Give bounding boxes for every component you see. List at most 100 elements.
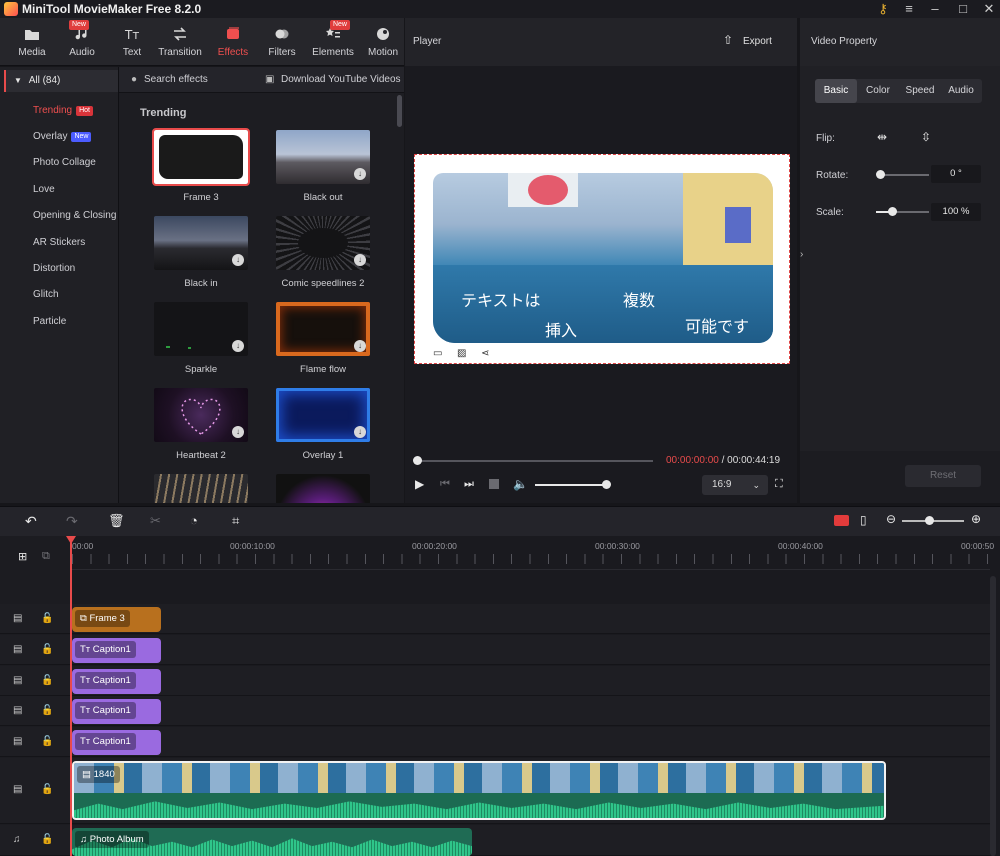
download-youtube-link[interactable]: Download YouTube Videos — [281, 74, 401, 85]
download-icon[interactable]: ↓ — [232, 340, 244, 352]
snap-icon[interactable] — [834, 515, 849, 526]
category-ar-stickers[interactable]: AR Stickers — [33, 237, 85, 248]
flip-vertical-icon[interactable]: ⇳ — [921, 130, 931, 144]
caption-clip[interactable]: Tт Caption1 — [72, 699, 161, 724]
caption-clip[interactable]: Tт Caption1 — [72, 638, 161, 663]
camera-icon[interactable]: ▭ — [433, 348, 442, 359]
timeline-scrollbar[interactable] — [990, 576, 996, 856]
lock-icon[interactable]: 🔓 — [41, 834, 53, 845]
minimize-button[interactable]: – — [922, 0, 948, 18]
rotate-handle[interactable] — [876, 170, 885, 179]
progress-track[interactable] — [417, 460, 653, 462]
rotate-input[interactable]: 0 ° — [931, 165, 981, 183]
category-love[interactable]: Love — [33, 184, 55, 195]
effect-thumb-partial[interactable] — [276, 474, 370, 503]
download-icon[interactable]: ↓ — [354, 168, 366, 180]
tab-audio-property[interactable]: Audio — [940, 79, 982, 103]
zoom-handle[interactable] — [925, 516, 934, 525]
effect-thumb-black-in[interactable]: ↓ — [154, 216, 248, 270]
speed-icon[interactable]: ◔ — [190, 513, 198, 528]
volume-handle[interactable] — [602, 480, 611, 489]
scale-slider[interactable] — [892, 211, 929, 213]
add-track-icon[interactable]: ⊞ — [18, 550, 27, 563]
download-icon[interactable]: ↓ — [232, 254, 244, 266]
play-button[interactable]: ▶ — [415, 477, 424, 491]
frame-clip[interactable]: ⧉ Frame 3 — [72, 607, 161, 632]
download-icon[interactable]: ↓ — [354, 340, 366, 352]
lock-icon[interactable]: 🔓 — [41, 675, 53, 686]
category-particle[interactable]: Particle — [33, 316, 66, 327]
caption-clip[interactable]: Tт Caption1 — [72, 669, 161, 694]
export-button[interactable]: Export — [743, 36, 772, 47]
collapse-arrow[interactable]: › — [800, 249, 806, 265]
tab-text[interactable]: Tт Text — [107, 18, 157, 66]
zoom-in-icon[interactable]: ⊕ — [971, 512, 981, 526]
tab-basic[interactable]: Basic — [815, 79, 857, 103]
lock-icon[interactable]: 🔓 — [41, 613, 53, 624]
scale-input[interactable]: 100 % — [931, 203, 981, 221]
tab-transition[interactable]: Transition — [155, 18, 205, 66]
effect-thumb-overlay-1[interactable]: ↓ — [276, 388, 370, 442]
lock-icon[interactable]: 🔓 — [41, 784, 53, 795]
category-opening-closing[interactable]: Opening & Closing — [33, 210, 116, 221]
effects-scrollbar[interactable] — [397, 95, 402, 127]
search-effects-input[interactable]: Search effects — [144, 74, 208, 85]
category-trending[interactable]: Trending Hot — [33, 105, 94, 116]
maximize-button[interactable]: □ — [950, 0, 976, 18]
next-frame-button[interactable]: ⏭ — [464, 478, 474, 491]
tab-motion[interactable]: Motion — [358, 18, 408, 66]
video-preview[interactable]: テキストは 挿入 複数 可能です ▭ ▨ ⋖ — [414, 154, 790, 364]
share-icon[interactable]: ⋖ — [481, 348, 489, 359]
category-distortion[interactable]: Distortion — [33, 263, 75, 274]
reset-button[interactable]: Reset — [905, 465, 981, 487]
split-icon[interactable]: ✂ — [150, 513, 161, 529]
tab-effects[interactable]: Effects — [208, 18, 258, 66]
caption-clip[interactable]: Tт Caption1 — [72, 730, 161, 755]
stop-button[interactable] — [489, 479, 499, 489]
delete-icon[interactable]: 🗑 — [108, 513, 125, 529]
image-icon[interactable]: ▨ — [457, 348, 466, 359]
undo-icon[interactable]: ↶ — [25, 513, 37, 530]
zoom-out-icon[interactable]: ⊖ — [886, 512, 896, 526]
category-all[interactable]: ▼ All (84) — [4, 70, 118, 92]
category-photo-collage[interactable]: Photo Collage — [33, 157, 96, 168]
audio-clip[interactable]: ♫ Photo Album — [72, 828, 472, 856]
volume-slider[interactable] — [535, 484, 607, 486]
effect-thumb-comic-speedlines-2[interactable]: ↓ — [276, 216, 370, 270]
crop-icon[interactable]: ⌗ — [232, 513, 239, 529]
copy-track-icon[interactable]: ⧉ — [42, 550, 50, 563]
category-overlay[interactable]: Overlay New — [33, 131, 92, 142]
lock-icon[interactable]: 🔓 — [41, 705, 53, 716]
tab-speed[interactable]: Speed — [899, 79, 941, 103]
scale-handle[interactable] — [888, 207, 897, 216]
flip-horizontal-icon[interactable]: ⇹ — [877, 130, 887, 144]
download-icon[interactable]: ↓ — [354, 426, 366, 438]
lock-icon[interactable]: 🔓 — [41, 644, 53, 655]
redo-icon[interactable]: ↷ — [66, 513, 78, 530]
volume-icon[interactable]: 🔈 — [513, 477, 528, 491]
download-icon[interactable]: ↓ — [232, 426, 244, 438]
close-button[interactable]: ✕ — [976, 0, 1000, 18]
playhead[interactable] — [70, 536, 72, 856]
lock-icon[interactable]: 🔓 — [41, 736, 53, 747]
progress-handle[interactable] — [413, 456, 422, 465]
effect-thumb-sparkle[interactable]: ↓ — [154, 302, 248, 356]
key-icon[interactable]: ⚷ — [870, 0, 896, 18]
time-ruler[interactable]: 00:00 00:00:10:00 00:00:20:00 00:00:30:0… — [72, 536, 994, 570]
tab-elements[interactable]: New Elements — [308, 18, 358, 66]
menu-icon[interactable]: ≡ — [896, 0, 922, 18]
effect-thumb-partial[interactable] — [154, 474, 248, 503]
aspect-ratio-select[interactable]: 16:9 ⌄ — [702, 475, 768, 495]
tab-media[interactable]: Media — [7, 18, 57, 66]
effect-thumb-frame-3[interactable] — [152, 128, 250, 186]
category-glitch[interactable]: Glitch — [33, 289, 59, 300]
tab-filters[interactable]: Filters — [257, 18, 307, 66]
tab-audio[interactable]: New Audio — [57, 18, 107, 66]
effect-thumb-flame-flow[interactable]: ↓ — [276, 302, 370, 356]
video-clip[interactable]: ▤ 1840 — [72, 761, 886, 820]
effect-thumb-heartbeat-2[interactable]: ↓ — [154, 388, 248, 442]
fit-icon[interactable]: ▯ — [860, 513, 867, 527]
rotate-slider[interactable] — [880, 174, 929, 176]
effect-thumb-black-out[interactable]: ↓ — [276, 130, 370, 184]
fullscreen-icon[interactable]: ⛶ — [775, 478, 783, 491]
